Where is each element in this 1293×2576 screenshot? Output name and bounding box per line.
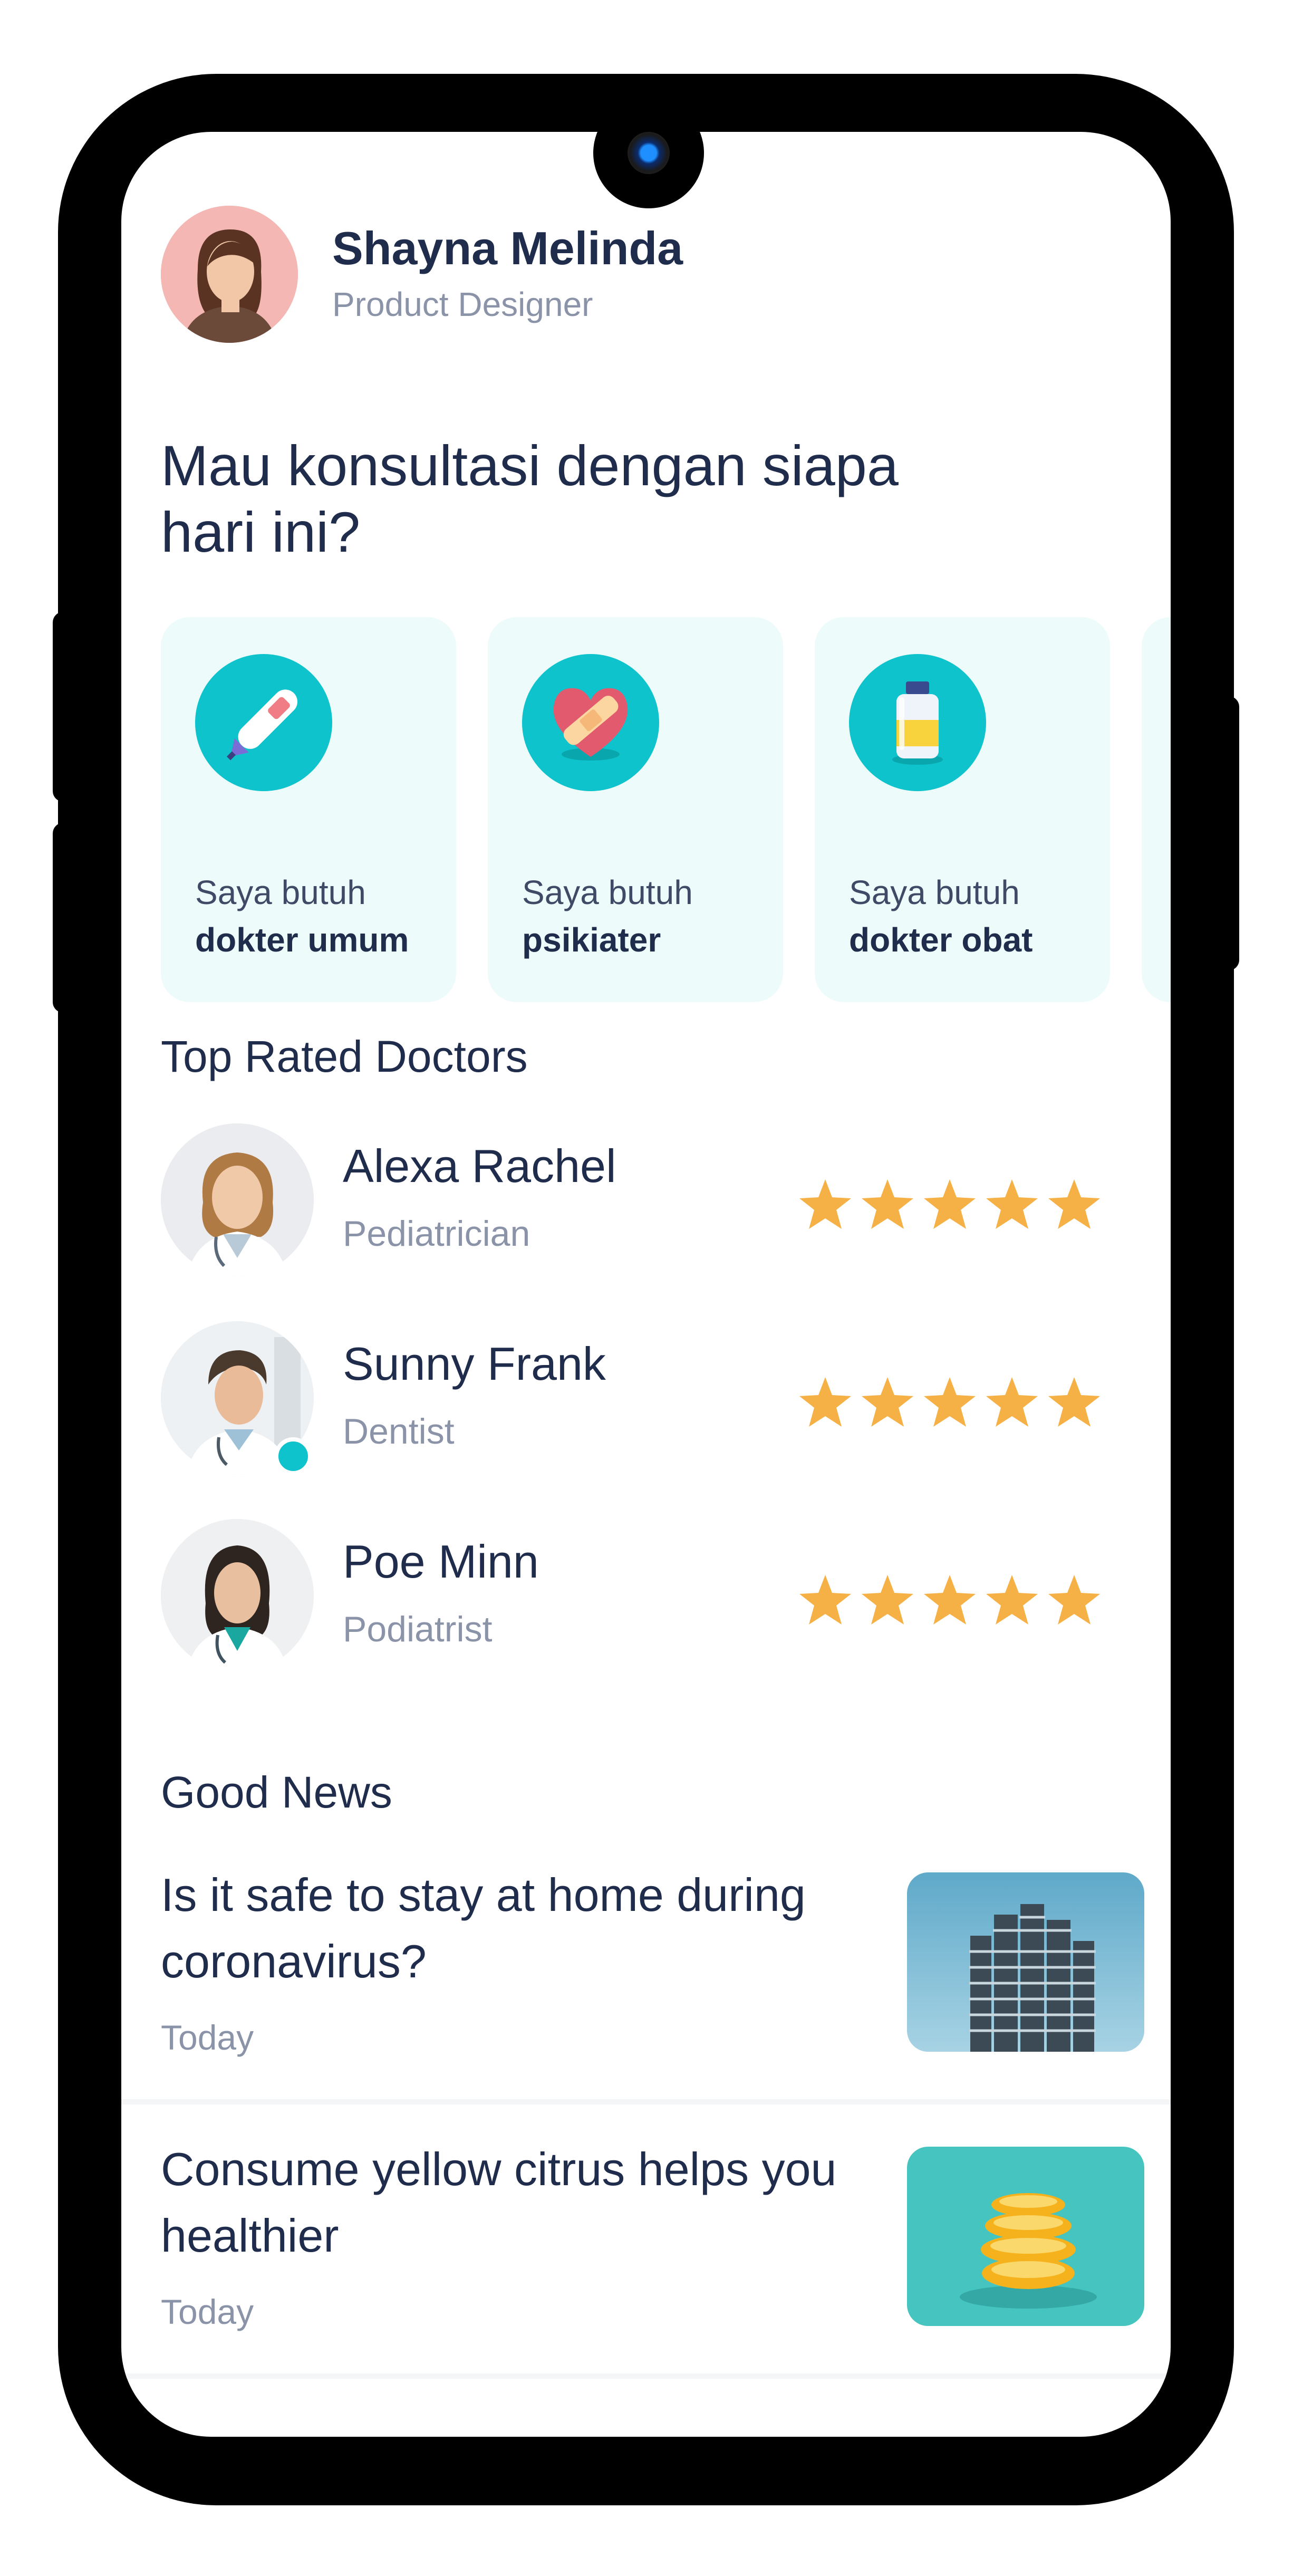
doctor-name: Alexa Rachel [343,1140,616,1192]
doctor-specialty: Podiatrist [343,1609,493,1649]
star-icon [1048,1377,1100,1427]
star-icon [799,1575,851,1625]
category-card-general[interactable]: Saya butuh dokter umum [161,617,456,1002]
camera-lens-icon [628,132,670,174]
star-icon [924,1575,976,1625]
star-icon [924,1377,976,1427]
star-icon [1048,1179,1100,1229]
top-rated-title: Top Rated Doctors [161,1032,528,1081]
news-title: Consume yellow citrus helps you healthie… [161,2143,837,2262]
rating-stars [796,1176,1103,1234]
star-icon [862,1377,913,1427]
app-screen: Shayna Melinda Product Designer Mau kons… [121,132,1171,2437]
user-avatar[interactable] [161,206,298,343]
medicine-bottle-icon [849,654,986,791]
front-camera-notch [593,98,704,208]
star-icon [799,1377,851,1427]
category-line1: Saya butuh [849,873,1020,911]
star-icon [862,1575,913,1625]
doctor-avatar[interactable] [161,1519,314,1672]
category-line2: dokter umum [195,921,409,959]
category-line1: Saya butuh [522,873,693,911]
user-role: Product Designer [332,285,593,323]
star-icon [924,1179,976,1229]
bandaged-heart-icon [522,654,659,791]
star-icon [986,1377,1038,1427]
category-line2: psikiater [522,921,661,959]
star-icon [986,1575,1038,1625]
category-line2: dokter obat [849,921,1033,959]
category-card-partial[interactable] [1142,617,1171,1002]
category-card-psychiatrist[interactable]: Saya butuh psikiater [488,617,783,1002]
rating-stars [796,1572,1103,1630]
news-date: Today [161,2292,254,2331]
news-divider [121,2099,1171,2104]
star-icon [1048,1575,1100,1625]
doctor-name: Sunny Frank [343,1338,606,1390]
rating-stars [796,1374,1103,1432]
news-thumbnail-building [907,1872,1144,2052]
star-icon [986,1179,1038,1229]
category-card-pharmacy[interactable]: Saya butuh dokter obat [815,617,1110,1002]
news-thumbnail-citrus [907,2147,1144,2326]
star-icon [862,1179,913,1229]
category-line1: Saya butuh [195,873,366,911]
user-name: Shayna Melinda [332,222,683,274]
page-headline: Mau konsultasi dengan siapa hari ini? [161,434,899,564]
doctor-specialty: Pediatrician [343,1214,530,1254]
news-title: Is it safe to stay at home during corona… [161,1869,806,1987]
doctor-specialty: Dentist [343,1411,455,1452]
volume-up-button [53,612,74,802]
thermometer-icon [195,654,332,791]
phone-frame: Shayna Melinda Product Designer Mau kons… [53,74,1239,2505]
doctor-name: Poe Minn [343,1535,539,1588]
news-date: Today [161,2018,254,2057]
online-status-dot [274,1437,312,1475]
doctor-avatar[interactable] [161,1123,314,1276]
good-news-title: Good News [161,1767,392,1817]
news-divider [121,2373,1171,2379]
volume-down-button [53,823,74,1013]
power-button [1218,696,1239,970]
star-icon [799,1179,851,1229]
